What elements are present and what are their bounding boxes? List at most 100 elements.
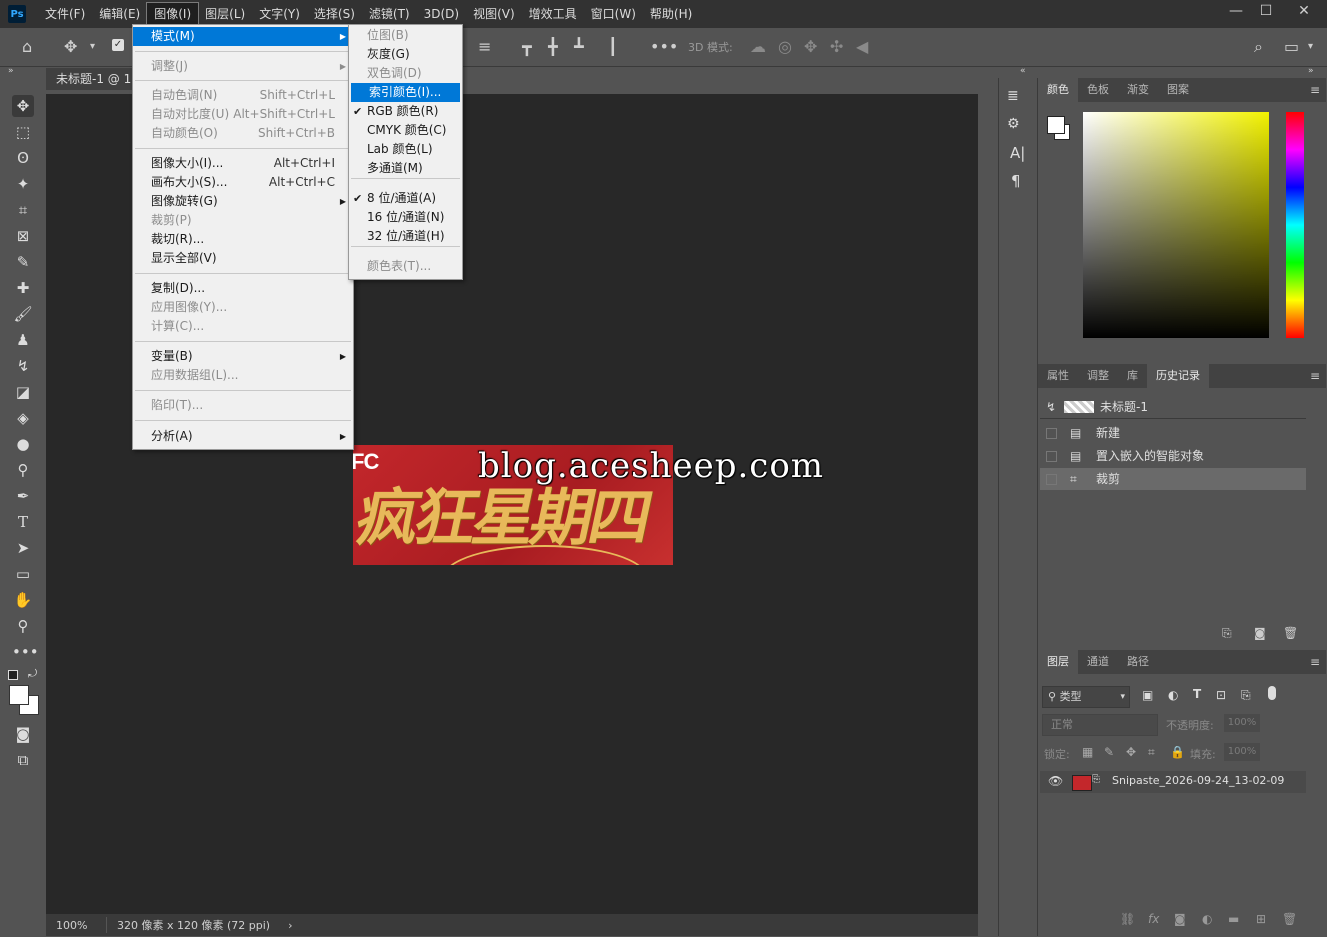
panel-tab[interactable]: 库 [1118,364,1147,388]
panel-tab[interactable]: 图层 [1038,650,1078,674]
more-options-icon[interactable]: ••• [650,37,678,56]
new-doc-from-state-icon[interactable]: ⎘ [1222,626,1232,641]
filter-toggle[interactable] [1268,686,1276,700]
panel-tab[interactable]: 属性 [1038,364,1078,388]
panel-tab[interactable]: 通道 [1078,650,1118,674]
paint-bucket-icon[interactable]: ◈ [12,407,34,429]
filter-shape-icon[interactable]: ⊡ [1216,688,1226,702]
3d-camera-icon[interactable]: ◀ [856,37,868,56]
lock-transparent-icon[interactable]: ▦ [1082,745,1093,759]
crop-tool-icon[interactable]: ⌗ [12,199,34,221]
delete-layer-icon[interactable]: 🗑 [1282,912,1297,926]
workspace-chevron-icon[interactable]: ▾ [1308,41,1313,52]
search-icon[interactable]: ⌕ [1254,37,1263,57]
paragraph-icon[interactable]: ¶ [1011,172,1021,190]
history-snapshot[interactable]: ↯ 未标题-1 [1040,396,1306,418]
mode-menu-item[interactable]: 16 位/通道(N) [349,208,462,227]
menu-5[interactable]: 选择(S) [307,3,362,25]
image-menu-item[interactable]: 计算(C)... [133,317,353,336]
distribute-icon[interactable]: ┃ [608,37,618,56]
close-button[interactable]: ✕ [1281,0,1327,22]
menu-7[interactable]: 3D(D) [417,3,466,25]
link-layers-icon[interactable]: ⛓ [1120,912,1135,926]
panel-menu-icon[interactable]: ≡ [1310,655,1320,669]
history-source-checkbox[interactable] [1046,474,1057,485]
auto-select-checkbox[interactable]: ✓ [112,39,124,51]
image-menu-item[interactable]: 图像大小(I)... Alt+Ctrl+I [133,154,353,173]
dodge-tool-icon[interactable]: ⚲ [12,459,34,481]
image-menu-item[interactable]: 裁剪(P) [133,211,353,230]
align-icon[interactable]: ≡ [478,37,491,56]
3d-roll-icon[interactable]: ◎ [778,37,792,56]
image-menu-item[interactable]: 复制(D)... [133,279,353,298]
new-layer-icon[interactable]: ⊞ [1256,912,1266,926]
fx-icon[interactable]: fx [1148,912,1159,926]
image-menu-item[interactable]: 陷印(T)... [133,396,353,415]
panel-tab[interactable]: 图案 [1158,78,1198,102]
mode-menu-item[interactable]: 灰度(G) [349,45,462,64]
image-menu-item[interactable]: 自动色调(N) Shift+Ctrl+L [133,86,353,105]
image-menu-item[interactable]: 自动颜色(O) Shift+Ctrl+B [133,124,353,143]
panel-tab[interactable]: 色板 [1078,78,1118,102]
image-menu-item[interactable]: 应用数据组(L)... [133,366,353,385]
layer-filter-select[interactable]: ⚲ 类型 ▾ [1042,686,1130,708]
3d-slide-icon[interactable]: ✣ [830,37,843,56]
panel-menu-icon[interactable]: ≡ [1310,369,1320,383]
filter-type-icon[interactable]: T [1193,687,1201,701]
move-tool-icon[interactable]: ✥ [64,37,77,56]
hue-slider[interactable] [1286,112,1304,338]
move-tool-icon[interactable]: ✥ [12,95,34,117]
menu-3[interactable]: 图层(L) [198,3,252,25]
mode-menu-item[interactable]: 多通道(M) [349,159,462,178]
image-menu-item[interactable]: 分析(A) ▶ [133,427,353,446]
snapshot-camera-icon[interactable]: ◙ [1254,626,1266,640]
opacity-input[interactable]: 100% [1224,714,1260,732]
menu-6[interactable]: 滤镜(T) [362,3,417,25]
fill-input[interactable]: 100% [1224,743,1260,761]
image-menu-item[interactable]: 自动对比度(U) Alt+Shift+Ctrl+L [133,105,353,124]
filter-adjust-icon[interactable]: ◐ [1168,688,1178,702]
filter-smart-icon[interactable]: ⎘ [1241,688,1251,703]
lock-image-icon[interactable]: ✎ [1104,745,1114,759]
frame-tool-icon[interactable]: ⊠ [12,225,34,247]
image-menu-item[interactable]: 调整(J) ▶ [133,57,353,76]
color-field[interactable] [1083,112,1269,338]
color-fg-swatch[interactable] [1047,116,1065,134]
history-source-checkbox[interactable] [1046,451,1057,462]
mode-menu-item[interactable]: 双色调(D) [349,64,462,83]
image-menu-item[interactable]: 显示全部(V) [133,249,353,268]
mode-menu-item[interactable]: Lab 颜色(L) [349,140,462,159]
delete-icon[interactable]: 🗑 [1283,626,1298,640]
healing-brush-icon[interactable]: ✚ [12,277,34,299]
panel-menu-icon[interactable]: ≡ [1310,83,1320,97]
align-vcenter-icon[interactable]: ╋ [548,37,558,56]
mode-menu-item[interactable]: CMYK 颜色(C) [349,121,462,140]
blend-mode-select[interactable]: 正常 [1042,714,1158,736]
pen-tool-icon[interactable]: ✒ [12,485,34,507]
character-icon[interactable]: A| [1010,144,1025,162]
panel-tab[interactable]: 历史记录 [1147,364,1209,388]
blur-tool-icon[interactable]: ● [12,433,34,455]
image-menu-item[interactable]: 图像旋转(G) ▶ [133,192,353,211]
mode-menu-item[interactable]: 32 位/通道(H) [349,227,462,246]
menu-11[interactable]: 帮助(H) [643,3,699,25]
eraser-tool-icon[interactable]: ◪ [12,381,34,403]
hand-tool-icon[interactable]: ✋ [12,589,34,611]
filter-pixel-icon[interactable]: ▣ [1142,688,1153,702]
zoom-tool-icon[interactable]: ⚲ [12,615,34,637]
menu-10[interactable]: 窗口(W) [584,3,643,25]
type-tool-icon[interactable]: T [12,511,34,533]
stamp-tool-icon[interactable]: ♟ [12,329,34,351]
collapse-tools-icon[interactable]: » [8,66,14,76]
eyedropper-icon[interactable]: ✎ [12,251,34,273]
swap-colors-icon[interactable]: ⤾ [28,667,37,681]
group-icon[interactable]: ▬ [1228,912,1239,926]
adjustments-icon[interactable]: ⚙ [1007,116,1020,132]
menu-4[interactable]: 文字(Y) [252,3,307,25]
workspace-icon[interactable]: ▭ [1284,37,1299,56]
align-bottom-icon[interactable]: ┻ [574,37,584,56]
path-select-icon[interactable]: ➤ [12,537,34,559]
chevron-down-icon[interactable]: ▾ [90,41,95,52]
panel-tab[interactable]: 调整 [1078,364,1118,388]
history-brush-icon[interactable]: ↯ [12,355,34,377]
